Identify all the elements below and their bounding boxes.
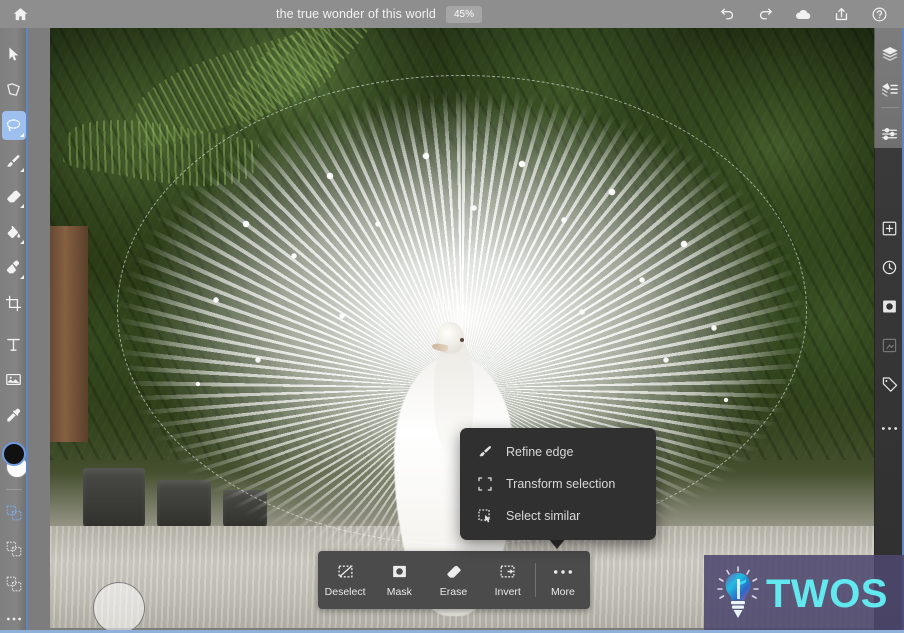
right-panel xyxy=(874,28,904,633)
tool-flyout-indicator xyxy=(19,275,24,280)
undo-icon[interactable] xyxy=(718,5,736,23)
mask-action[interactable]: Mask xyxy=(372,551,426,609)
select-similar-icon xyxy=(476,508,493,524)
invert-icon xyxy=(499,563,516,581)
action-label: Invert xyxy=(494,585,521,598)
eraser-tool[interactable] xyxy=(2,182,26,211)
lasso-select-tool[interactable] xyxy=(1,111,26,140)
select-similar-item[interactable]: Select similar xyxy=(460,500,656,532)
crop-tool[interactable] xyxy=(2,289,26,318)
home-icon xyxy=(11,5,29,23)
cloud-icon[interactable] xyxy=(794,5,812,23)
eraser-icon xyxy=(445,563,462,581)
toolbar-divider xyxy=(5,488,22,490)
zoom-level-badge[interactable]: 45% xyxy=(445,5,482,23)
tool-flyout-indicator xyxy=(19,132,24,137)
peacock-eye xyxy=(460,337,465,342)
page-title: the true wonder of this world xyxy=(276,7,436,21)
context-item-label: Transform selection xyxy=(506,477,616,491)
app-root: the true wonder of this world 45% Refine… xyxy=(0,0,904,633)
watermark-text: TWOS xyxy=(766,572,888,616)
ellipsis-icon xyxy=(553,563,573,581)
document-title-area: the true wonder of this world 45% xyxy=(40,5,718,23)
selection-subtract-mode[interactable] xyxy=(2,534,26,563)
add-layer-icon[interactable] xyxy=(878,213,902,243)
right-panel-top-group xyxy=(874,28,904,148)
right-panel-divider xyxy=(880,107,899,108)
action-label: Erase xyxy=(439,585,468,598)
layer-properties-icon[interactable] xyxy=(878,76,902,103)
redo-icon[interactable] xyxy=(756,5,774,23)
selection-context-menu: Refine edge Transform selection Select s… xyxy=(460,428,656,540)
tag-icon[interactable] xyxy=(878,369,902,399)
erase-action[interactable]: Erase xyxy=(426,551,480,609)
action-label: More xyxy=(550,585,575,598)
deselect-icon xyxy=(337,563,354,581)
watermark-overlay: TWOS xyxy=(704,555,904,633)
selection-intersect-mode[interactable] xyxy=(2,570,26,599)
action-label: Deselect xyxy=(324,585,366,598)
top-bar: the true wonder of this world 45% xyxy=(0,0,904,28)
invert-action[interactable]: Invert xyxy=(481,551,535,609)
left-toolbar-more-button[interactable] xyxy=(2,604,26,633)
refine-brush-icon xyxy=(476,444,493,460)
lightbulb-icon xyxy=(716,565,760,623)
canvas-area[interactable] xyxy=(28,28,874,633)
action-label: Mask xyxy=(386,585,412,598)
frame-icon[interactable] xyxy=(878,330,902,360)
help-icon[interactable] xyxy=(870,5,888,23)
mask-icon xyxy=(391,563,408,581)
tool-flyout-indicator xyxy=(19,168,24,173)
layers-panel-icon[interactable] xyxy=(878,40,902,67)
top-bar-actions xyxy=(718,5,904,23)
text-tool[interactable] xyxy=(2,330,26,359)
selection-action-bar: Deselect Mask Erase Invert More xyxy=(318,551,590,609)
deselect-action[interactable]: Deselect xyxy=(318,551,372,609)
refine-edge-item[interactable]: Refine edge xyxy=(460,436,656,468)
transform-box-icon xyxy=(476,476,493,492)
brush-cursor xyxy=(93,582,145,633)
left-toolbar xyxy=(0,28,28,633)
tool-flyout-indicator xyxy=(19,204,24,209)
adjustments-icon[interactable] xyxy=(878,121,902,148)
foreground-color-swatch[interactable] xyxy=(1,441,26,466)
peacock-crest xyxy=(432,289,467,311)
layer-mask-icon[interactable] xyxy=(878,291,902,321)
history-icon[interactable] xyxy=(878,252,902,282)
brush-tool[interactable] xyxy=(2,147,26,176)
transform-tool[interactable] xyxy=(2,76,26,105)
healing-tool[interactable] xyxy=(2,254,26,283)
transform-selection-item[interactable]: Transform selection xyxy=(460,468,656,500)
color-swatches[interactable] xyxy=(1,440,28,482)
more-options-icon[interactable] xyxy=(878,413,902,443)
more-action[interactable]: More xyxy=(536,551,590,609)
context-item-label: Refine edge xyxy=(506,445,574,459)
fill-tool[interactable] xyxy=(2,218,26,247)
selection-add-mode[interactable] xyxy=(2,499,26,528)
place-image-tool[interactable] xyxy=(2,365,26,394)
eyedropper-tool[interactable] xyxy=(2,401,26,430)
share-icon[interactable] xyxy=(832,5,850,23)
home-button[interactable] xyxy=(0,5,40,23)
context-item-label: Select similar xyxy=(506,509,581,523)
tool-flyout-indicator xyxy=(19,239,24,244)
move-tool[interactable] xyxy=(2,40,26,69)
